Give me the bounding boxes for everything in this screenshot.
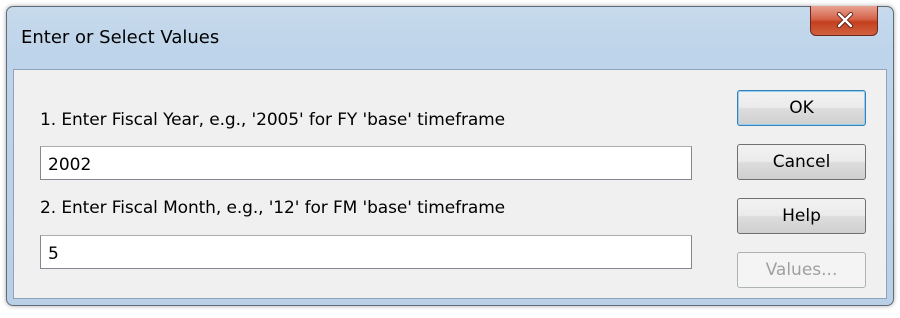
close-button[interactable] [810, 6, 878, 36]
dialog-window: Enter or Select Values 1. Enter Fiscal Y… [6, 6, 894, 306]
values-button: Values... [737, 252, 866, 288]
fiscal-month-input[interactable] [40, 235, 692, 269]
cancel-button[interactable]: Cancel [737, 144, 866, 180]
help-button[interactable]: Help [737, 198, 866, 234]
fiscal-year-label: 1. Enter Fiscal Year, e.g., '2005' for F… [40, 110, 505, 130]
fiscal-month-label: 2. Enter Fiscal Month, e.g., '12' for FM… [40, 198, 506, 218]
close-icon [836, 12, 854, 28]
fiscal-year-input[interactable] [40, 146, 692, 180]
title-bar[interactable]: Enter or Select Values [7, 6, 893, 69]
dialog-body: 1. Enter Fiscal Year, e.g., '2005' for F… [13, 69, 887, 299]
dialog-title: Enter or Select Values [21, 27, 220, 48]
ok-button[interactable]: OK [737, 90, 866, 126]
